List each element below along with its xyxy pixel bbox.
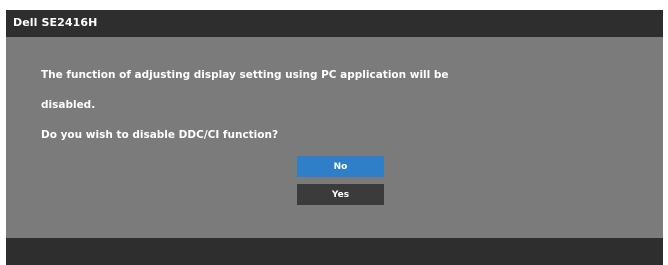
no-button[interactable]: No bbox=[297, 156, 384, 177]
message-line-2: disabled. bbox=[41, 99, 96, 111]
yes-button[interactable]: Yes bbox=[297, 184, 384, 205]
footer-bar bbox=[6, 238, 663, 265]
title-bar: Dell SE2416H bbox=[6, 10, 663, 37]
confirmation-question: Do you wish to disable DDC/CI function? bbox=[41, 129, 279, 141]
ddcci-confirmation-panel: The function of adjusting display settin… bbox=[6, 37, 663, 238]
osd-window: Dell SE2416H The function of adjusting d… bbox=[6, 10, 663, 265]
monitor-model-title: Dell SE2416H bbox=[13, 16, 98, 29]
message-line-1: The function of adjusting display settin… bbox=[41, 69, 449, 81]
